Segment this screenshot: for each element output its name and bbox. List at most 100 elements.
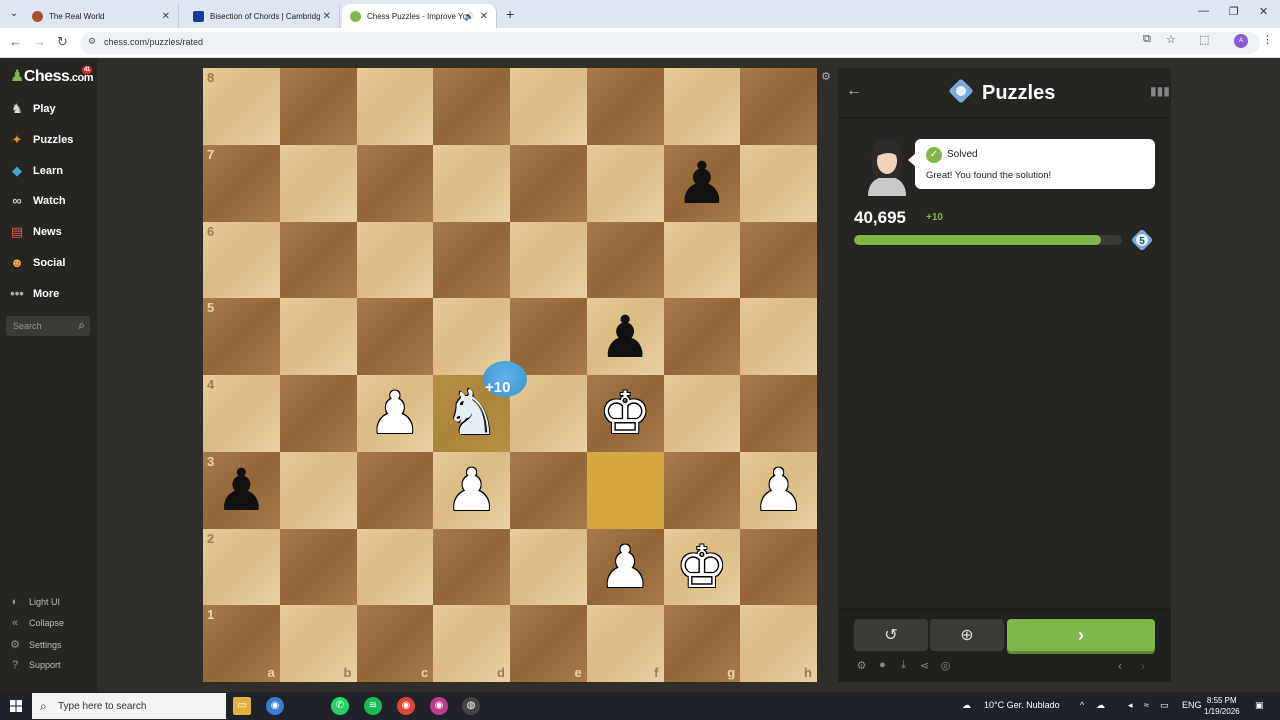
square-c2[interactable] [356, 528, 434, 606]
square-e7[interactable] [510, 144, 587, 222]
language-indicator[interactable]: ENG [1182, 700, 1202, 710]
share-icon[interactable]: ⋖ [917, 659, 932, 672]
system-clock[interactable]: 8:55 PM 1/19/2026 [1204, 695, 1240, 717]
nav-news[interactable]: ▤ News [8, 222, 62, 242]
square-f2[interactable]: ♟ [586, 528, 664, 606]
browser-tab[interactable]: The Real World ✕ [24, 4, 179, 28]
settings-link[interactable]: ⚙ Settings [8, 638, 61, 651]
support-link[interactable]: ? Support [8, 659, 61, 671]
collapse-sidebar-button[interactable]: « Collapse [8, 617, 64, 629]
square-g2[interactable]: ♚ [663, 528, 741, 606]
onedrive-icon[interactable]: ☁ [1096, 700, 1105, 711]
tab-close-icon[interactable]: ✕ [323, 11, 331, 22]
square-a7[interactable]: 7 [203, 144, 280, 222]
square-b4[interactable] [279, 375, 357, 452]
tab-audio-icon[interactable]: 🔊 [464, 12, 474, 21]
extensions-icon[interactable]: ⬚ [1199, 33, 1209, 46]
browser-menu-icon[interactable]: ⋮ [1262, 33, 1273, 46]
square-b7[interactable] [279, 144, 357, 222]
square-d3[interactable]: ♟ [433, 451, 510, 529]
search-icon[interactable]: ⌕ [78, 318, 85, 333]
nav-play[interactable]: ♞ Play [8, 99, 55, 119]
stats-icon[interactable]: ▮▮▮ [1150, 84, 1170, 98]
next-puzzle-button[interactable]: › [1007, 619, 1155, 651]
square-a4[interactable]: 4 [203, 375, 280, 452]
browser-tab[interactable]: Bisection of Chords | Cambridge ✕ [185, 4, 340, 28]
square-a5[interactable]: 5 [203, 298, 280, 375]
white-pawn-f2[interactable]: ♟ [587, 529, 664, 606]
black-pawn-a3[interactable]: ♟ [203, 452, 280, 529]
square-d8[interactable] [433, 68, 510, 145]
retry-button[interactable]: ↺ [854, 619, 928, 651]
square-c1[interactable]: c [356, 605, 434, 682]
file-explorer-icon[interactable]: ▭ [233, 697, 251, 715]
square-f6[interactable] [586, 221, 664, 299]
square-h5[interactable] [740, 298, 817, 375]
white-king-f4[interactable]: ♚ [587, 375, 664, 452]
square-f1[interactable]: f [586, 605, 664, 682]
volume-icon[interactable]: ◂ [1128, 700, 1133, 711]
white-pawn-h3[interactable]: ♟ [740, 452, 817, 529]
square-h4[interactable] [740, 375, 817, 452]
forward-icon[interactable]: → [33, 34, 46, 49]
square-b2[interactable] [279, 528, 357, 606]
black-pawn-f5[interactable]: ♟ [587, 298, 664, 375]
white-pawn-c4[interactable]: ♟ [357, 375, 434, 452]
square-g8[interactable] [663, 68, 741, 145]
tab-close-icon[interactable]: ✕ [162, 11, 170, 22]
new-tab-button[interactable]: + [506, 6, 514, 22]
nav-watch[interactable]: ∞ Watch [8, 191, 65, 211]
square-a6[interactable]: 6 [203, 221, 280, 299]
sidebar-search-input[interactable]: Search ⌕ [6, 316, 90, 336]
target-icon[interactable]: ◎ [938, 659, 953, 672]
browser-tab-active[interactable]: Chess Puzzles - Improve Yo 🔊 ✕ [342, 4, 497, 28]
square-b6[interactable] [279, 221, 357, 299]
nav-more[interactable]: ••• More [8, 284, 59, 304]
square-f7[interactable] [586, 144, 664, 222]
square-h3[interactable]: ♟ [740, 451, 817, 529]
square-f4[interactable]: ♚ [586, 375, 664, 452]
minimize-icon[interactable]: — [1198, 5, 1209, 17]
chesscom-logo[interactable]: ♟Chess.com 41 [10, 66, 94, 86]
square-a2[interactable]: 2 [203, 528, 280, 606]
square-g6[interactable] [663, 221, 741, 299]
settings-icon[interactable]: ⚙ [854, 659, 869, 672]
analyze-button[interactable]: ⊕ [930, 619, 1004, 651]
taskbar-search-input[interactable]: ⌕ Type here to search [32, 693, 226, 719]
tray-chevron-icon[interactable]: ^ [1080, 700, 1084, 710]
chat-icon[interactable]: ● [875, 659, 890, 672]
square-c3[interactable] [356, 451, 434, 529]
square-c5[interactable] [356, 298, 434, 375]
square-b8[interactable] [279, 68, 357, 145]
square-c4[interactable]: ♟ [356, 375, 434, 452]
site-info-icon[interactable]: ⚙ [88, 36, 96, 47]
square-h7[interactable] [740, 144, 817, 222]
square-d6[interactable] [433, 221, 510, 299]
tab-search-chevron-icon[interactable]: ⌄ [6, 6, 22, 22]
black-pawn-g7[interactable]: ♟ [664, 145, 741, 222]
square-e1[interactable]: e [510, 605, 587, 682]
chrome-profile-icon[interactable]: ◉ [397, 697, 415, 715]
square-b3[interactable] [279, 451, 357, 529]
back-icon[interactable]: ← [9, 34, 22, 49]
square-e8[interactable] [510, 68, 587, 145]
square-h8[interactable] [740, 68, 817, 145]
square-c6[interactable] [356, 221, 434, 299]
windows-start-icon[interactable] [10, 700, 22, 712]
nav-learn[interactable]: ◆ Learn [8, 161, 63, 181]
keyboard-icon[interactable]: ▭ [1160, 700, 1169, 711]
square-f5[interactable]: ♟ [586, 298, 664, 375]
app-icon[interactable]: ◍ [462, 697, 480, 715]
square-d2[interactable] [433, 528, 510, 606]
spotify-icon[interactable]: ≋ [364, 697, 382, 715]
chrome-profile-icon[interactable]: ◉ [430, 697, 448, 715]
square-e2[interactable] [510, 528, 587, 606]
light-ui-toggle[interactable]: ◐ Light UI [8, 596, 60, 608]
square-g5[interactable] [663, 298, 741, 375]
square-a3[interactable]: 3 ♟ [203, 451, 280, 529]
previous-icon[interactable]: ‹ [1118, 659, 1122, 673]
weather-text[interactable]: 10°C Ger. Nublado [984, 700, 1060, 710]
next-icon[interactable]: › [1141, 659, 1145, 673]
close-window-icon[interactable]: ✕ [1259, 5, 1268, 18]
wifi-icon[interactable]: ≈ [1144, 700, 1149, 710]
